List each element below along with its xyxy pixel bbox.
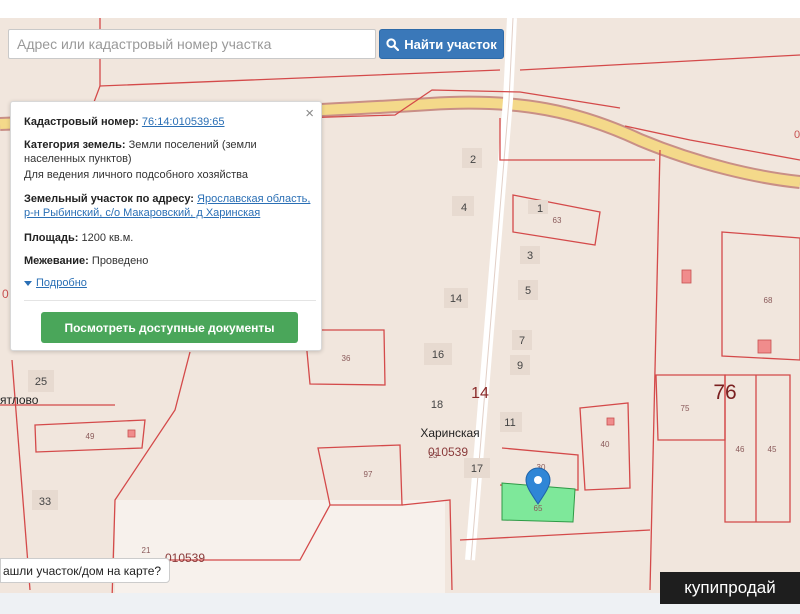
- house-number: 16: [432, 349, 444, 361]
- more-details-label: Подробно: [36, 277, 87, 289]
- map-top-strip: [0, 0, 800, 18]
- house-number: 11: [504, 417, 515, 429]
- house-number: 18: [431, 399, 443, 411]
- parcel-number: 40: [601, 440, 610, 449]
- house-number: 25: [35, 376, 47, 388]
- house-number: 3: [527, 250, 533, 262]
- parcel-number: 97: [364, 470, 373, 479]
- block-label: 010539: [428, 445, 468, 459]
- parcel-number: 63: [553, 216, 562, 225]
- watermark-logo: купипродай: [660, 572, 800, 604]
- house-number: 33: [39, 496, 51, 508]
- parcel-number: 49: [86, 432, 95, 441]
- house-number: 4: [461, 202, 467, 214]
- view-documents-button[interactable]: Посмотреть доступные документы: [41, 312, 298, 343]
- category-use: Для ведения личного подсобного хозяйства: [24, 169, 248, 181]
- house-number: 14: [450, 293, 462, 305]
- category-label: Категория земель:: [24, 139, 126, 151]
- search-button-label: Найти участок: [404, 36, 497, 52]
- cadastral-label: Кадастровый номер:: [24, 116, 139, 128]
- parcel-number: 21: [142, 546, 151, 555]
- area-label: Площадь:: [24, 232, 79, 244]
- survey-value: Проведено: [91, 255, 149, 267]
- found-parcel-prompt[interactable]: ашли участок/дом на карте?: [0, 558, 171, 583]
- popup-divider: [24, 300, 316, 301]
- cadastral-number-link[interactable]: 76:14:010539:65: [142, 116, 225, 128]
- house-number: 2: [470, 154, 476, 166]
- parcel-number: 65: [534, 504, 543, 513]
- quarter-label: 76: [713, 381, 736, 404]
- parcel-number: 75: [681, 404, 690, 413]
- block-label: 010539: [165, 551, 205, 565]
- address-row: Земельный участок по адресу: Ярославская…: [24, 192, 316, 220]
- quarter-label: 14: [471, 385, 489, 402]
- area-row: Площадь: 1200 кв.м.: [24, 231, 316, 245]
- caret-down-icon: [24, 280, 32, 286]
- house-number: 9: [517, 360, 523, 372]
- search-input[interactable]: [8, 29, 376, 59]
- house-number: 17: [471, 463, 483, 475]
- partial-label: 0: [794, 129, 800, 141]
- area-value: 1200 кв.м.: [81, 232, 134, 244]
- survey-label: Межевание:: [24, 255, 89, 267]
- address-label: Земельный участок по адресу:: [24, 193, 194, 205]
- house-number: 5: [525, 285, 531, 297]
- cadastral-row: Кадастровый номер: 76:14:010539:65: [24, 115, 316, 129]
- village-label-left: ятлово: [0, 393, 39, 407]
- category-row: Категория земель: Земли поселений (земли…: [24, 138, 316, 166]
- house-number: 1: [537, 203, 543, 215]
- parcel-info-popup: × Кадастровый номер: 76:14:010539:65 Кат…: [10, 101, 322, 351]
- parcel-number: 36: [342, 354, 351, 363]
- parcel-number: 68: [764, 296, 773, 305]
- survey-row: Межевание: Проведено: [24, 254, 316, 268]
- parcel-number: 45: [768, 445, 777, 454]
- more-details-link[interactable]: Подробно: [24, 277, 87, 289]
- search-button[interactable]: Найти участок: [379, 29, 504, 59]
- parcel-number: 46: [736, 445, 745, 454]
- house-number: 7: [519, 335, 525, 347]
- village-label: Харинская: [420, 426, 479, 440]
- search-icon: [386, 37, 400, 51]
- partial-label: 0: [2, 287, 9, 301]
